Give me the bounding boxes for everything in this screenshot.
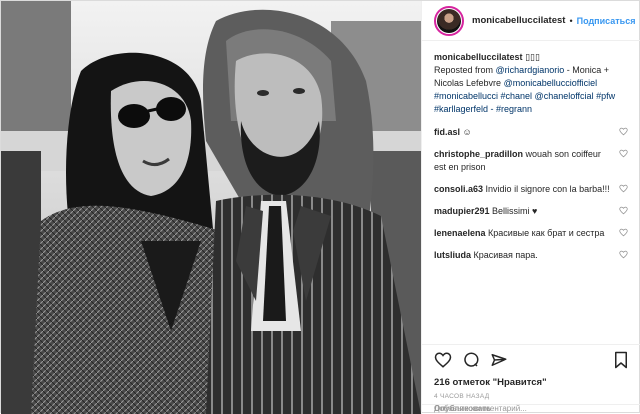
instagram-post: monicabelluccilatest • Подписаться monic…	[0, 0, 640, 414]
actions-divider	[422, 344, 640, 345]
like-comment-heart-icon[interactable]	[619, 250, 628, 259]
comment-row: christophe_pradillon wouah son coiffeur …	[434, 148, 628, 174]
comments-list: monicabelluccilatest ▯▯▯ Reposted from @…	[422, 51, 640, 271]
publish-button[interactable]: Опубликовать	[434, 404, 628, 413]
caption-prefix: Reposted from	[434, 65, 494, 75]
comment-row: madupier291 Bellissimi ♥	[434, 205, 628, 218]
caption-mention-1[interactable]: @richardgianorio	[496, 65, 565, 75]
caption-tags[interactable]: #monicabellucci #chanel @chaneloffcial #…	[434, 91, 615, 114]
avatar-image	[437, 8, 461, 33]
follow-button[interactable]: Подписаться	[577, 16, 636, 26]
comment-username[interactable]: consoli.a63	[434, 184, 483, 194]
action-bar	[434, 351, 630, 371]
comment-text: Invidio il signore con la barba!!!	[485, 184, 610, 194]
comment-text: Красивая пара.	[473, 250, 538, 260]
post-sidebar: monicabelluccilatest • Подписаться monic…	[421, 1, 640, 414]
caption-username[interactable]: monicabelluccilatest	[434, 52, 523, 62]
comment-row: consoli.a63 Invidio il signore con la ba…	[434, 183, 628, 196]
like-comment-heart-icon[interactable]	[619, 149, 628, 158]
comment-text: ☺	[462, 127, 472, 137]
bookmark-icon[interactable]	[612, 351, 630, 369]
like-comment-heart-icon[interactable]	[619, 228, 628, 237]
comment-icon[interactable]	[462, 351, 480, 369]
comment-text: Красивые как брат и сестра	[488, 228, 605, 238]
post-header: monicabelluccilatest • Подписаться	[422, 1, 640, 41]
comment-row: lutsliuda Красивая пара.	[434, 249, 628, 262]
comment-row: fid.asl ☺	[434, 126, 628, 139]
comment-text: Bellissimi ♥	[492, 206, 538, 216]
comment-row: lenenaelena Красивые как брат и сестра	[434, 227, 628, 240]
post-caption: monicabelluccilatest ▯▯▯ Reposted from @…	[434, 51, 628, 116]
comment-username[interactable]: fid.asl	[434, 127, 460, 137]
post-timestamp: 4 ЧАСОВ НАЗАД	[434, 393, 490, 400]
comment-username[interactable]: lenenaelena	[434, 228, 486, 238]
comment-username[interactable]: christophe_pradillon	[434, 149, 523, 159]
like-heart-icon[interactable]	[434, 351, 452, 369]
post-photo[interactable]	[1, 1, 421, 414]
caption-mention-2[interactable]: @monicabellucciofficiel	[504, 78, 598, 88]
caption-emoji: ▯▯▯	[525, 52, 540, 62]
like-comment-heart-icon[interactable]	[619, 206, 628, 215]
like-comment-heart-icon[interactable]	[619, 184, 628, 193]
share-icon[interactable]	[490, 351, 508, 369]
header-username[interactable]: monicabelluccilatest	[472, 15, 565, 26]
like-comment-heart-icon[interactable]	[619, 127, 628, 136]
comment-username[interactable]: lutsliuda	[434, 250, 471, 260]
avatar[interactable]	[434, 5, 464, 36]
header-separator: •	[569, 15, 573, 26]
likes-count[interactable]: 216 отметок "Нравится"	[434, 377, 547, 388]
comment-username[interactable]: madupier291	[434, 206, 490, 216]
photo-image	[1, 1, 421, 414]
